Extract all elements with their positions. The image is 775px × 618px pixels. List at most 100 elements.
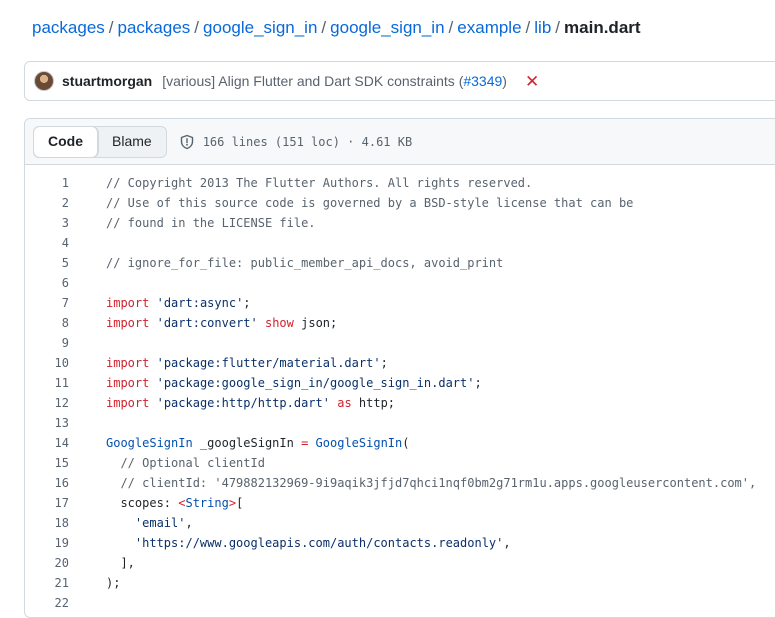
line-content: scopes: <String>[	[69, 493, 243, 513]
code-token: GoogleSignIn	[106, 436, 193, 450]
line-number[interactable]: 6	[25, 273, 69, 293]
line-content: // clientId: '479882132969-9i9aqik3jfjd7…	[69, 473, 756, 493]
line-content: // Use of this source code is governed b…	[69, 193, 633, 213]
commit-message-prefix: [various] Align Flutter and Dart SDK con…	[162, 73, 464, 89]
breadcrumb-link-google-sign-in[interactable]: google_sign_in	[330, 18, 444, 37]
code-token: // ignore_for_file: public_member_api_do…	[106, 256, 504, 270]
commit-message[interactable]: [various] Align Flutter and Dart SDK con…	[162, 73, 507, 89]
file-toolbar: Code Blame 166 lines (151 loc) · 4.61 KB	[25, 119, 775, 165]
line-content: import 'dart:async';	[69, 293, 251, 313]
breadcrumb-link-example[interactable]: example	[457, 18, 521, 37]
code-token: // Use of this source code is governed b…	[106, 196, 634, 210]
code-token: import	[106, 396, 150, 410]
line-content: // Copyright 2013 The Flutter Authors. A…	[69, 173, 532, 193]
code-token: 'email'	[134, 516, 186, 530]
code-token: String	[185, 496, 229, 510]
code-line: 19 'https://www.googleapis.com/auth/cont…	[25, 533, 775, 553]
line-number[interactable]: 17	[25, 493, 69, 513]
line-number[interactable]: 12	[25, 393, 69, 413]
x-icon[interactable]: ✕	[525, 73, 539, 90]
code-line: 18 'email',	[25, 513, 775, 533]
code-token: 'https://www.googleapis.com/auth/contact…	[134, 536, 504, 550]
shield-icon	[180, 134, 193, 149]
line-content: );	[69, 573, 120, 593]
line-number[interactable]: 15	[25, 453, 69, 473]
code-tab[interactable]: Code	[34, 126, 98, 157]
code-line: 4	[25, 233, 775, 253]
code-token: ;	[474, 376, 482, 390]
code-token: // found in the LICENSE file.	[106, 216, 316, 230]
code-token: 'package:flutter/material.dart'	[156, 356, 381, 370]
avatar[interactable]	[34, 71, 54, 91]
line-number[interactable]: 10	[25, 353, 69, 373]
code-token: as	[337, 396, 352, 410]
code-token: 'package:google_sign_in/google_sign_in.d…	[156, 376, 475, 390]
code-token: (	[402, 436, 410, 450]
code-token: import	[106, 316, 150, 330]
line-content	[69, 333, 106, 353]
code-line: 9	[25, 333, 775, 353]
code-token: >	[228, 496, 237, 510]
line-number[interactable]: 7	[25, 293, 69, 313]
latest-commit-bar: stuartmorgan [various] Align Flutter and…	[24, 61, 775, 101]
line-number[interactable]: 8	[25, 313, 69, 333]
code-line: 1 // Copyright 2013 The Flutter Authors. …	[25, 173, 775, 193]
breadcrumb-link-lib[interactable]: lib	[534, 18, 551, 37]
line-content: // ignore_for_file: public_member_api_do…	[69, 253, 503, 273]
breadcrumb: packages / packages / google_sign_in / google_…	[32, 17, 641, 39]
line-content	[69, 233, 106, 253]
view-toggle: Code Blame	[33, 125, 167, 158]
code-line: 14 GoogleSignIn _googleSignIn = GoogleSig…	[25, 433, 775, 453]
line-number[interactable]: 5	[25, 253, 69, 273]
line-number[interactable]: 4	[25, 233, 69, 253]
breadcrumb-link-google-sign-in-root[interactable]: google_sign_in	[203, 18, 317, 37]
line-content: 'email',	[69, 513, 193, 533]
code-line: 17 scopes: <String>[	[25, 493, 775, 513]
code-token: // Copyright 2013 The Flutter Authors. A…	[106, 176, 533, 190]
code-token: 'dart:async'	[156, 296, 244, 310]
code-line: 21);	[25, 573, 775, 593]
line-number[interactable]: 16	[25, 473, 69, 493]
line-number[interactable]: 22	[25, 593, 69, 613]
file-viewer: Code Blame 166 lines (151 loc) · 4.61 KB…	[24, 118, 775, 618]
line-number[interactable]: 18	[25, 513, 69, 533]
file-info: 166 lines (151 loc) · 4.61 KB	[179, 134, 413, 150]
code-token: ;	[380, 356, 388, 370]
code-view: 1 // Copyright 2013 The Flutter Authors. …	[25, 173, 775, 613]
code-token: http;	[351, 396, 396, 410]
code-token: // clientId: '479882132969-9i9aqik3jfjd7…	[106, 476, 757, 490]
code-line: 5 // ignore_for_file: public_member_api_d…	[25, 253, 775, 273]
code-line: 16 // clientId: '479882132969-9i9aqik3jf…	[25, 473, 775, 493]
code-token: 'dart:convert'	[156, 316, 258, 330]
file-line-count: 166 lines (151 loc) · 4.61 KB	[202, 134, 413, 149]
line-number[interactable]: 21	[25, 573, 69, 593]
commit-pr-link[interactable]: #3349	[463, 73, 502, 89]
line-number[interactable]: 20	[25, 553, 69, 573]
line-number[interactable]: 14	[25, 433, 69, 453]
breadcrumb-link-packages[interactable]: packages	[118, 18, 191, 37]
blame-tab[interactable]: Blame	[98, 127, 166, 157]
breadcrumb-separator: /	[108, 18, 114, 37]
line-number[interactable]: 19	[25, 533, 69, 553]
code-line: 2 // Use of this source code is governed …	[25, 193, 775, 213]
breadcrumb-current-file: main.dart	[564, 18, 641, 37]
code-line: 11 import 'package:google_sign_in/google_…	[25, 373, 775, 393]
breadcrumb-link-packages-root[interactable]: packages	[32, 18, 105, 37]
line-number[interactable]: 2	[25, 193, 69, 213]
breadcrumb-separator: /	[555, 18, 561, 37]
code-token: import	[106, 296, 150, 310]
line-number[interactable]: 3	[25, 213, 69, 233]
code-token: _googleSignIn	[192, 436, 302, 450]
line-content: // found in the LICENSE file.	[69, 213, 316, 233]
line-number[interactable]: 13	[25, 413, 69, 433]
code-token: 'package:http/http.dart'	[156, 396, 330, 410]
line-number[interactable]: 11	[25, 373, 69, 393]
line-number[interactable]: 9	[25, 333, 69, 353]
line-number[interactable]: 1	[25, 173, 69, 193]
commit-author[interactable]: stuartmorgan	[62, 73, 152, 89]
